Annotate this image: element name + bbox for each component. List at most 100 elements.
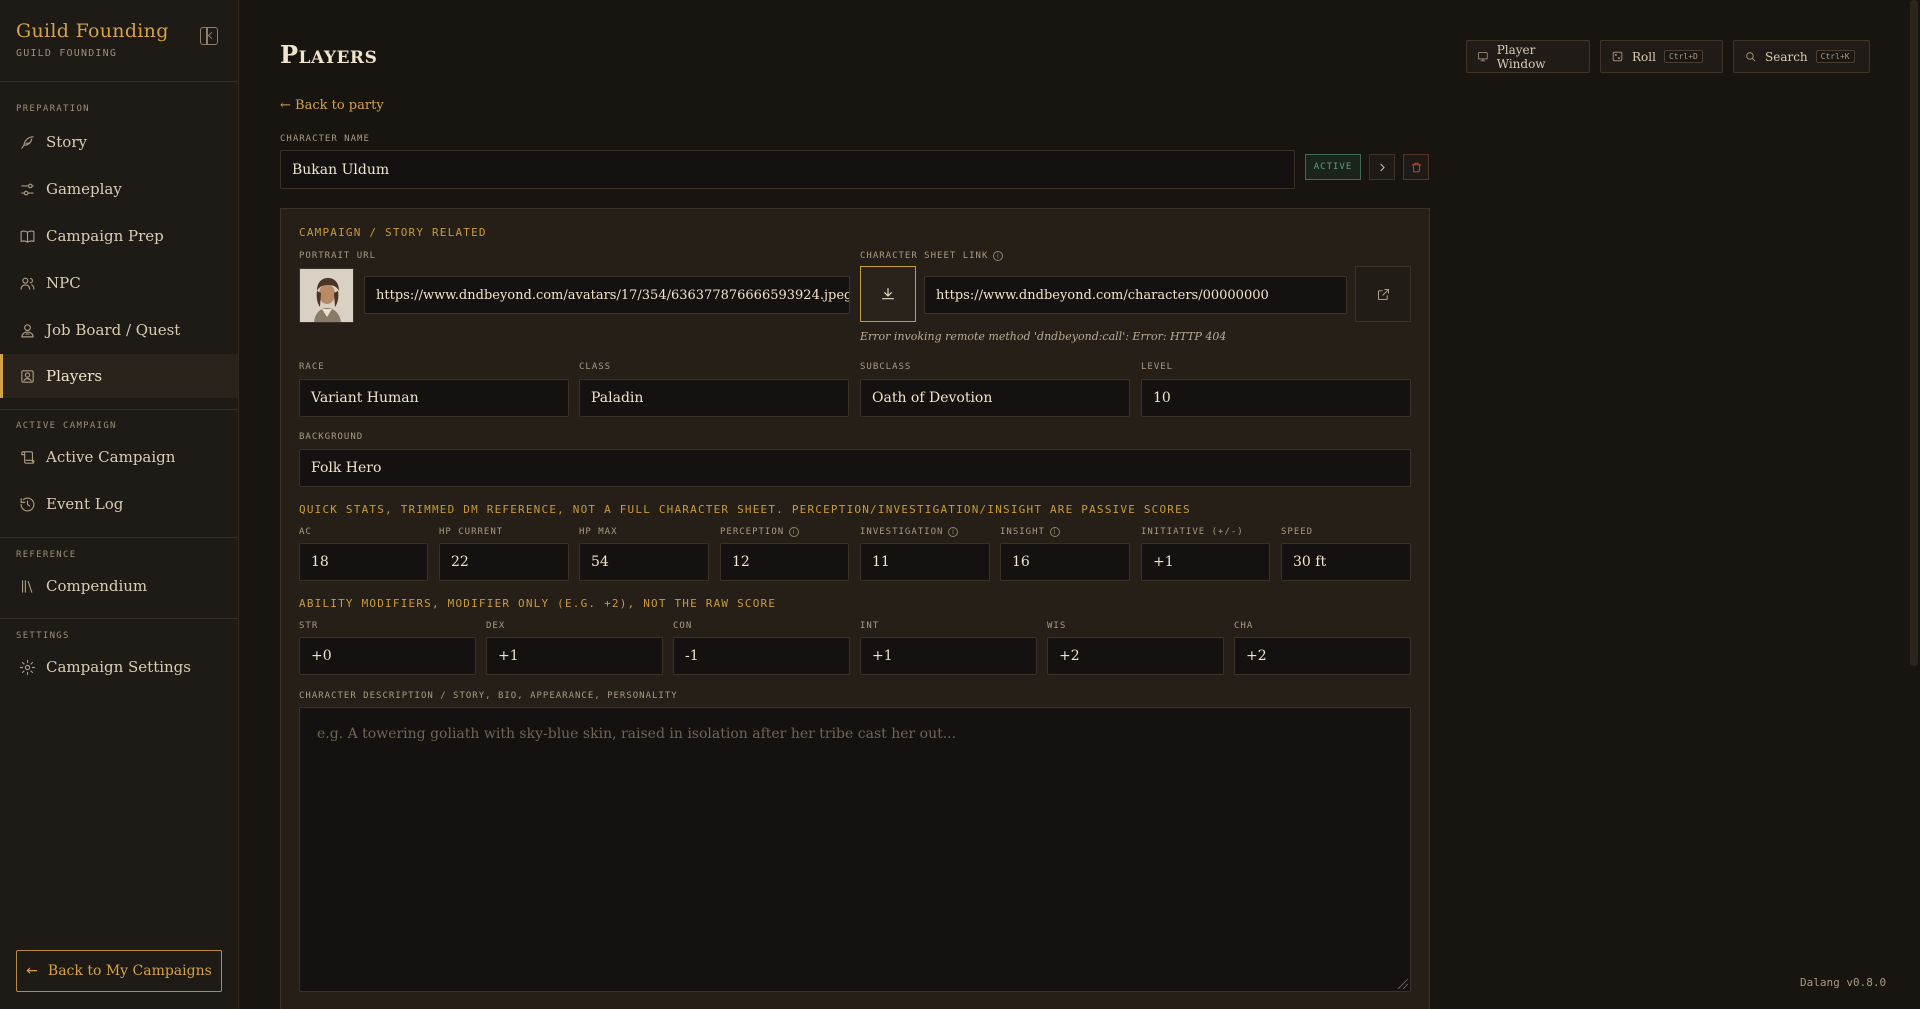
class-input[interactable]: Paladin xyxy=(579,379,849,417)
ac-input[interactable]: 18 xyxy=(299,543,428,581)
sidebar-item-label: Event Log xyxy=(46,495,124,513)
ac-label: AC xyxy=(299,527,312,537)
library-icon xyxy=(18,577,36,595)
back-to-campaigns-label: Back to My Campaigns xyxy=(47,963,212,979)
subclass-label: SUBCLASS xyxy=(860,362,912,372)
sidebar-item-story[interactable]: Story xyxy=(0,120,238,164)
investigation-input[interactable]: 11 xyxy=(860,543,990,581)
search-icon xyxy=(1746,52,1756,62)
sidebar-item-label: Compendium xyxy=(46,577,148,595)
hp-max-input[interactable]: 54 xyxy=(579,543,709,581)
info-icon[interactable]: i xyxy=(948,527,959,537)
level-label: LEVEL xyxy=(1141,362,1174,372)
trash-icon xyxy=(1411,162,1421,172)
import-sheet-button[interactable] xyxy=(860,266,916,322)
sidebar-item-gameplay[interactable]: Gameplay xyxy=(0,167,238,211)
sidebar-item-label: Story xyxy=(46,133,87,151)
cha-input[interactable]: +2 xyxy=(1234,637,1411,675)
insight-input[interactable]: 16 xyxy=(1000,543,1130,581)
hp-current-label: HP CURRENT xyxy=(439,527,504,537)
sidebar-item-label: Gameplay xyxy=(46,180,122,198)
sidebar-item-label: Campaign Prep xyxy=(46,227,164,245)
info-icon[interactable]: i xyxy=(789,527,800,537)
back-to-campaigns-button[interactable]: ← Back to My Campaigns xyxy=(16,950,222,992)
sliders-icon xyxy=(18,180,36,198)
scroll-icon xyxy=(18,448,36,466)
resize-handle-icon[interactable] xyxy=(1398,979,1408,989)
con-input[interactable]: -1 xyxy=(673,637,850,675)
status-badge[interactable]: ACTIVE xyxy=(1305,154,1361,180)
sidebar-item-job-board[interactable]: Job Board / Quest xyxy=(0,308,238,352)
insight-label-text: INSIGHT xyxy=(1000,527,1045,537)
hp-current-input[interactable]: 22 xyxy=(439,543,569,581)
sidebar-item-event-log[interactable]: Event Log xyxy=(0,482,238,526)
player-window-button[interactable]: Player Window xyxy=(1466,40,1590,73)
divider xyxy=(0,537,239,538)
race-label: RACE xyxy=(299,362,325,372)
int-label: INT xyxy=(860,621,880,631)
level-input[interactable]: 10 xyxy=(1141,379,1411,417)
race-input[interactable]: Variant Human xyxy=(299,379,569,417)
perception-label: PERCEPTION i xyxy=(720,527,800,537)
section-label-preparation: PREPARATION xyxy=(16,104,90,114)
dex-label: DEX xyxy=(486,621,506,631)
dice-icon xyxy=(1612,51,1623,62)
dex-input[interactable]: +1 xyxy=(486,637,663,675)
roll-button[interactable]: Roll Ctrl+D xyxy=(1600,40,1723,73)
wis-input[interactable]: +2 xyxy=(1047,637,1224,675)
scrollbar[interactable] xyxy=(1910,0,1918,666)
sidebar-item-players[interactable]: Players xyxy=(0,354,238,398)
str-input[interactable]: +0 xyxy=(299,637,476,675)
initiative-input[interactable]: +1 xyxy=(1141,543,1270,581)
portrait-url-label: PORTRAIT URL xyxy=(299,251,377,261)
search-button[interactable]: Search Ctrl+K xyxy=(1733,40,1870,73)
sidebar-item-compendium[interactable]: Compendium xyxy=(0,564,238,608)
open-sheet-button[interactable] xyxy=(1355,266,1411,322)
divider xyxy=(0,618,239,619)
hp-max-label: HP MAX xyxy=(579,527,618,537)
investigation-label-text: INVESTIGATION xyxy=(860,527,944,537)
speed-label: SPEED xyxy=(1281,527,1314,537)
speed-input[interactable]: 30 ft xyxy=(1281,543,1411,581)
subclass-input[interactable]: Oath of Devotion xyxy=(860,379,1130,417)
background-input[interactable]: Folk Hero xyxy=(299,449,1411,487)
back-to-party-link[interactable]: ← Back to party xyxy=(280,98,384,113)
player-window-label: Player Window xyxy=(1496,42,1546,71)
quick-stats-title: QUICK STATS, TRIMMED DM REFERENCE, NOT A… xyxy=(299,503,1191,516)
perception-input[interactable]: 12 xyxy=(720,543,849,581)
sidebar-item-active-campaign[interactable]: Active Campaign xyxy=(0,435,238,479)
page-title: Players xyxy=(280,40,378,69)
app-title: Guild Founding xyxy=(16,20,169,42)
character-sheet-label-text: CHARACTER SHEET LINK xyxy=(860,251,989,261)
section-label-active-campaign: ACTIVE CAMPAIGN xyxy=(16,421,117,431)
users-icon xyxy=(18,274,36,292)
description-textarea[interactable]: e.g. A towering goliath with sky-blue sk… xyxy=(299,707,1411,992)
portrait-url-input[interactable]: https://www.dndbeyond.com/avatars/17/354… xyxy=(364,276,850,314)
int-input[interactable]: +1 xyxy=(860,637,1037,675)
wis-label: WIS xyxy=(1047,621,1067,631)
sidebar: Guild Founding GUILD FOUNDING PREPARATIO… xyxy=(0,0,239,1009)
con-label: CON xyxy=(673,621,693,631)
user-badge-icon xyxy=(18,321,36,339)
collapse-sidebar-icon[interactable] xyxy=(200,27,218,45)
external-link-icon xyxy=(1377,288,1389,300)
version-label: Dalang v0.8.0 xyxy=(1800,976,1887,989)
story-section-title: CAMPAIGN / STORY RELATED xyxy=(299,226,487,239)
sidebar-item-npc[interactable]: NPC xyxy=(0,261,238,305)
delete-button[interactable] xyxy=(1403,154,1429,180)
background-label: BACKGROUND xyxy=(299,432,364,442)
character-sheet-input[interactable]: https://www.dndbeyond.com/characters/000… xyxy=(924,276,1347,314)
sidebar-item-label: Players xyxy=(46,367,103,385)
perception-label-text: PERCEPTION xyxy=(720,527,785,537)
info-icon[interactable]: i xyxy=(993,251,1004,261)
sidebar-item-label: Job Board / Quest xyxy=(46,321,181,339)
brand: Guild Founding GUILD FOUNDING xyxy=(16,20,169,59)
character-name-input[interactable]: Bukan Uldum xyxy=(280,150,1295,189)
sidebar-item-label: Active Campaign xyxy=(46,448,176,466)
info-icon[interactable]: i xyxy=(1049,527,1060,537)
description-placeholder: e.g. A towering goliath with sky-blue sk… xyxy=(317,726,957,742)
sidebar-item-campaign-prep[interactable]: Campaign Prep xyxy=(0,214,238,258)
next-button[interactable] xyxy=(1369,154,1395,180)
sidebar-item-campaign-settings[interactable]: Campaign Settings xyxy=(0,645,238,689)
divider xyxy=(0,409,239,410)
